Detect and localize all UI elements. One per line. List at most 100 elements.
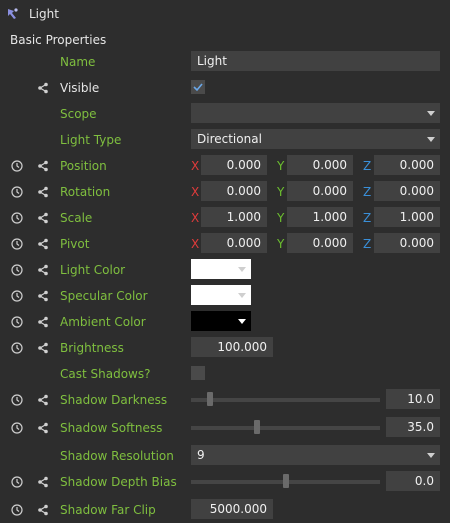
rotation-y-field[interactable]: 0.000 [287, 181, 353, 201]
light-color-swatch[interactable] [191, 259, 251, 279]
chevron-down-icon [238, 319, 246, 324]
clock-icon[interactable] [11, 342, 23, 354]
axis-z-label: Z [363, 159, 372, 173]
rotation-label: Rotation [60, 185, 111, 199]
name-row: Name Light [0, 49, 450, 75]
rotation-z-field[interactable]: 0.000 [374, 181, 440, 201]
brightness-field[interactable]: 100.000 [191, 337, 273, 357]
shadow-depth-bias-label: Shadow Depth Bias [60, 475, 177, 489]
clock-icon[interactable] [11, 238, 23, 250]
light-type-dropdown[interactable]: Directional [191, 129, 440, 149]
pivot-x-field[interactable]: 0.000 [201, 233, 267, 253]
share-icon[interactable] [37, 186, 49, 198]
share-icon[interactable] [37, 290, 49, 302]
share-icon[interactable] [37, 82, 49, 94]
shadow-darkness-row: Shadow Darkness 10.0 [0, 387, 450, 413]
position-z-field[interactable]: 0.000 [374, 155, 440, 175]
scope-row: Scope [0, 101, 450, 127]
specular-color-label: Specular Color [60, 289, 148, 303]
axis-y-label: Y [277, 159, 285, 173]
name-field[interactable]: Light [191, 51, 440, 71]
shadow-softness-field[interactable]: 35.0 [386, 417, 440, 437]
scale-label: Scale [60, 211, 93, 225]
cast-shadows-label: Cast Shadows? [60, 367, 151, 381]
pivot-label: Pivot [60, 237, 90, 251]
slider-thumb[interactable] [282, 474, 289, 488]
slider-thumb[interactable] [206, 392, 213, 406]
specular-color-swatch[interactable] [191, 285, 251, 305]
clock-icon[interactable] [11, 476, 23, 488]
share-icon[interactable] [37, 160, 49, 172]
share-icon[interactable] [37, 264, 49, 276]
axis-y-label: Y [277, 237, 285, 251]
clock-icon[interactable] [11, 504, 23, 516]
share-icon[interactable] [37, 342, 49, 354]
shadow-softness-row: Shadow Softness 35.0 [0, 415, 450, 441]
panel-header: Light [0, 0, 450, 28]
slider-thumb[interactable] [254, 420, 261, 434]
specular-color-row: Specular Color [0, 283, 450, 309]
clock-icon[interactable] [11, 264, 23, 276]
shadow-softness-label: Shadow Softness [60, 421, 163, 435]
position-label: Position [60, 159, 107, 173]
scale-x-field[interactable]: 1.000 [201, 207, 267, 227]
clock-icon[interactable] [11, 160, 23, 172]
shadow-resolution-dropdown[interactable]: 9 [191, 445, 440, 465]
clock-icon[interactable] [11, 316, 23, 328]
cast-shadows-checkbox[interactable] [191, 366, 205, 380]
brightness-label: Brightness [60, 341, 124, 355]
scope-label: Scope [60, 107, 97, 121]
light-color-row: Light Color [0, 257, 450, 283]
share-icon[interactable] [37, 316, 49, 328]
shadow-depth-bias-row: Shadow Depth Bias 0.0 [0, 469, 450, 495]
axis-x-label: X [191, 185, 200, 199]
shadow-darkness-field[interactable]: 10.0 [386, 389, 440, 409]
chevron-down-icon [238, 267, 246, 272]
pivot-z-field[interactable]: 0.000 [374, 233, 440, 253]
visible-checkbox[interactable] [191, 80, 205, 94]
clock-icon[interactable] [11, 290, 23, 302]
clock-icon[interactable] [11, 186, 23, 198]
pivot-y-field[interactable]: 0.000 [287, 233, 353, 253]
chevron-down-icon [427, 453, 435, 458]
chevron-down-icon [238, 293, 246, 298]
share-icon[interactable] [37, 476, 49, 488]
rotation-x-field[interactable]: 0.000 [201, 181, 267, 201]
share-icon[interactable] [37, 212, 49, 224]
position-y-field[interactable]: 0.000 [287, 155, 353, 175]
scope-dropdown[interactable] [191, 103, 440, 123]
cast-shadows-row: Cast Shadows? [0, 361, 450, 387]
shadow-far-clip-label: Shadow Far Clip [60, 503, 156, 517]
shadow-depth-bias-slider[interactable] [191, 474, 380, 488]
rotation-row: Rotation X 0.000 Y 0.000 Z 0.000 [0, 179, 450, 205]
share-icon[interactable] [37, 504, 49, 516]
chevron-down-icon [427, 111, 435, 116]
clock-icon[interactable] [11, 422, 23, 434]
pivot-row: Pivot X 0.000 Y 0.000 Z 0.000 [0, 231, 450, 257]
light-type-value: Directional [197, 132, 262, 146]
scale-row: Scale X 1.000 Y 1.000 Z 1.000 [0, 205, 450, 231]
shadow-depth-bias-field[interactable]: 0.0 [386, 471, 440, 491]
axis-x-label: X [191, 159, 200, 173]
axis-z-label: Z [363, 211, 372, 225]
ambient-color-row: Ambient Color [0, 309, 450, 335]
ambient-color-label: Ambient Color [60, 315, 146, 329]
shadow-far-clip-row: Shadow Far Clip 5000.000 [0, 497, 450, 523]
clock-icon[interactable] [11, 394, 23, 406]
scale-y-field[interactable]: 1.000 [287, 207, 353, 227]
scale-z-field[interactable]: 1.000 [374, 207, 440, 227]
position-x-field[interactable]: 0.000 [201, 155, 267, 175]
share-icon[interactable] [37, 422, 49, 434]
clock-icon[interactable] [11, 212, 23, 224]
axis-x-label: X [191, 211, 200, 225]
axis-z-label: Z [363, 185, 372, 199]
share-icon[interactable] [37, 238, 49, 250]
checkmark-icon [193, 83, 203, 92]
position-row: Position X 0.000 Y 0.000 Z 0.000 [0, 153, 450, 179]
shadow-far-clip-field[interactable]: 5000.000 [191, 499, 273, 519]
shadow-darkness-label: Shadow Darkness [60, 393, 168, 407]
share-icon[interactable] [37, 394, 49, 406]
shadow-softness-slider[interactable] [191, 420, 380, 434]
ambient-color-swatch[interactable] [191, 311, 251, 331]
shadow-darkness-slider[interactable] [191, 392, 380, 406]
